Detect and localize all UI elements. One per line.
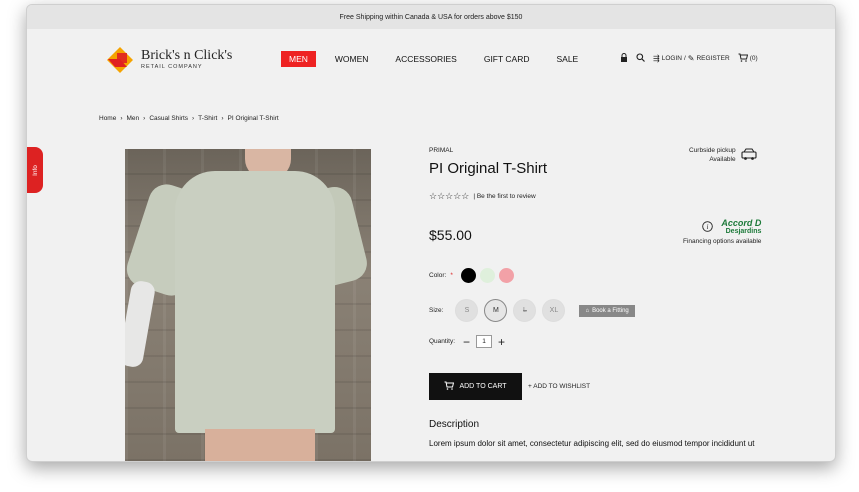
required-marker: * — [450, 272, 453, 279]
curbside-label: Curbside pickup — [689, 147, 736, 155]
nav-gift-card[interactable]: GIFT CARD — [476, 51, 538, 67]
login-link[interactable]: LOGIN — [662, 55, 682, 62]
nav-men[interactable]: MEN — [281, 51, 316, 67]
add-to-cart-button[interactable]: ADD TO CART — [429, 373, 522, 400]
size-option-xl[interactable]: XL — [542, 299, 566, 322]
description-text: Lorem ipsum dolor sit amet, consectetur … — [429, 439, 755, 448]
shirt-body — [175, 171, 335, 433]
nav-sale[interactable]: SALE — [548, 51, 586, 67]
book-fitting-label: Book a Fitting — [592, 307, 629, 314]
info-icon[interactable]: i — [702, 220, 714, 234]
color-swatch-pink[interactable] — [498, 268, 514, 283]
size-selector: Size: S M L XL ⌂ Book a Fitting — [429, 299, 635, 322]
nav-accessories[interactable]: ACCESSORIES — [387, 51, 464, 67]
logo-name: Brick's n Click's — [141, 48, 233, 64]
financing-note: Financing options available — [683, 238, 762, 245]
quantity-stepper: Quantity: − 1 + — [429, 335, 505, 348]
model-legs — [205, 429, 315, 461]
car-icon — [740, 147, 758, 164]
accord-logo: Accord D — [721, 218, 762, 228]
logo[interactable]: Brick's n Click's RETAIL COMPANY — [105, 45, 232, 75]
cart-count: (0) — [749, 55, 758, 62]
rating-stars[interactable]: ☆☆☆☆☆ — [429, 191, 469, 202]
cart-icon — [444, 381, 455, 392]
promo-banner: Free Shipping within Canada & USA for or… — [27, 5, 835, 29]
logo-subtitle: RETAIL COMPANY — [141, 64, 203, 71]
breadcrumb: Home › Men › Casual Shirts › T-Shirt › P… — [99, 115, 279, 122]
breadcrumb-home[interactable]: Home — [99, 115, 116, 122]
register-link[interactable]: REGISTER — [696, 55, 729, 62]
breadcrumb-separator: › — [192, 115, 195, 122]
size-label: Size: — [429, 307, 444, 314]
breadcrumb-casual-shirts[interactable]: Casual Shirts — [149, 115, 188, 122]
financing-info: i Accord D Desjardins Financing options … — [683, 218, 762, 246]
quantity-label: Quantity: — [429, 338, 456, 345]
info-tab-label: Info — [31, 164, 39, 176]
description-heading: Description — [429, 419, 480, 430]
util-separator: / — [683, 55, 686, 62]
breadcrumb-separator: › — [143, 115, 146, 122]
browser-frame: Free Shipping within Canada & USA for or… — [26, 4, 836, 462]
utility-nav: ⇶ LOGIN / ✎ REGISTER (0) — [620, 53, 758, 64]
login-icon: ⇶ — [653, 54, 660, 63]
logo-icon — [105, 45, 135, 75]
quantity-decrease-button[interactable]: − — [463, 336, 470, 348]
add-to-wishlist-link[interactable]: + ADD TO WISHLIST — [528, 383, 590, 390]
lock-icon[interactable] — [620, 53, 628, 64]
breadcrumb-men[interactable]: Men — [127, 115, 140, 122]
breadcrumb-current: PI Original T-Shirt — [227, 115, 279, 122]
cart-link[interactable]: (0) — [738, 53, 758, 64]
color-selector: Color: * — [429, 268, 514, 283]
product-image[interactable] — [125, 149, 371, 461]
color-swatch-black[interactable] — [460, 268, 476, 283]
info-tab[interactable]: Info — [27, 147, 43, 193]
book-fitting-button[interactable]: ⌂ Book a Fitting — [579, 304, 635, 317]
size-option-m[interactable]: M — [484, 299, 508, 322]
main-nav: MEN WOMEN ACCESSORIES GIFT CARD SALE — [281, 51, 597, 67]
hanger-icon: ⌂ — [585, 307, 590, 314]
color-label: Color: — [429, 272, 447, 279]
quantity-increase-button[interactable]: + — [498, 336, 505, 348]
size-option-l[interactable]: L — [513, 299, 537, 322]
svg-text:i: i — [707, 223, 709, 231]
nav-women[interactable]: WOMEN — [327, 51, 377, 67]
review-link[interactable]: | Be the first to review — [473, 193, 535, 200]
register-icon: ✎ — [687, 54, 695, 63]
product-price: $55.00 — [429, 227, 472, 243]
breadcrumb-tshirt[interactable]: T-Shirt — [198, 115, 217, 122]
search-icon[interactable] — [636, 53, 645, 64]
product-rating: ☆☆☆☆☆ | Be the first to review — [429, 191, 536, 202]
product-brand[interactable]: PRIMAL — [429, 147, 453, 154]
desjardins-logo: Desjardins — [725, 228, 762, 235]
breadcrumb-separator: › — [120, 115, 123, 122]
product-title: PI Original T-Shirt — [429, 160, 548, 177]
color-swatch-mint[interactable] — [479, 268, 495, 283]
cart-icon — [738, 53, 748, 64]
breadcrumb-separator: › — [221, 115, 224, 122]
add-to-cart-label: ADD TO CART — [459, 383, 507, 390]
quantity-input[interactable]: 1 — [476, 335, 493, 348]
cart-actions: ADD TO CART + ADD TO WISHLIST — [429, 373, 590, 400]
size-option-s[interactable]: S — [455, 299, 479, 322]
curbside-status: Available — [709, 155, 736, 163]
curbside-pickup: Curbside pickup Available — [689, 147, 758, 164]
